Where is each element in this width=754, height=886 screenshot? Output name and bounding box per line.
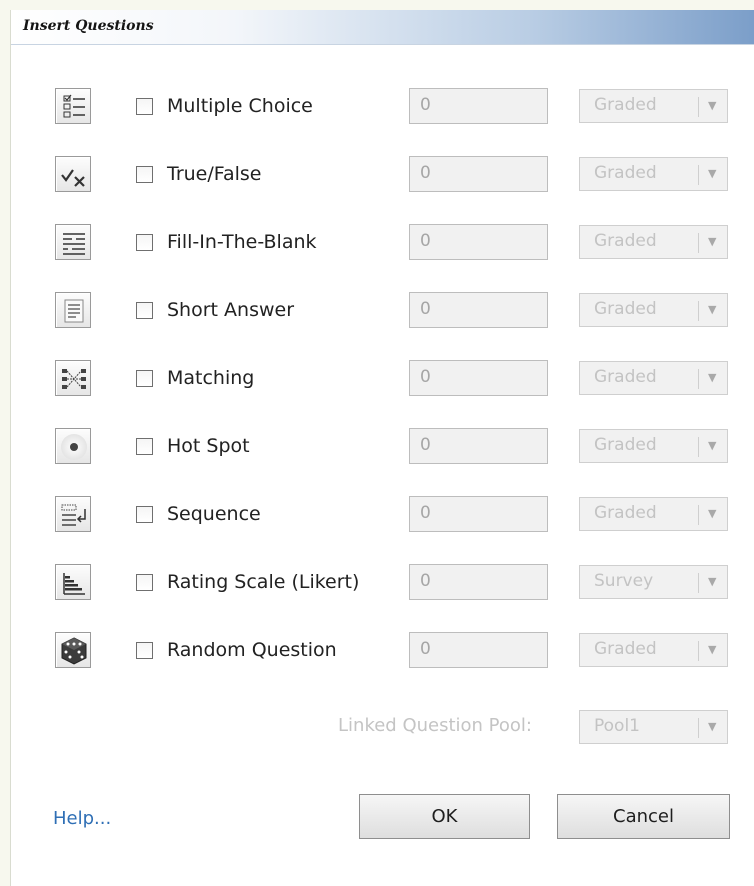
random-question-checkbox[interactable] [136,642,153,659]
select-divider [698,641,699,661]
rating-scale-count-input[interactable]: 0 [409,564,548,600]
fill-in-the-blank-checkbox[interactable] [136,234,153,251]
multiple-choice-icon[interactable] [55,88,91,124]
matching-count-input[interactable]: 0 [409,360,548,396]
select-divider [698,505,699,525]
select-divider [698,718,699,738]
sequence-count-input[interactable]: 0 [409,496,548,532]
sequence-icon[interactable] [55,496,91,532]
hot-spot-checkbox[interactable] [136,438,153,455]
random-question-label: Random Question [167,639,337,661]
select-divider [698,233,699,253]
chevron-down-icon: ▼ [708,439,717,452]
hot-spot-mode-select[interactable]: Graded ▼ [579,429,728,463]
chevron-down-icon: ▼ [708,167,717,180]
fill-in-the-blank-label: Fill-In-The-Blank [167,231,317,253]
true-false-icon[interactable] [55,156,91,192]
select-divider [698,437,699,457]
select-value: Survey [594,571,654,591]
question-row-sequence: Sequence 0 Graded ▼ [11,496,754,540]
select-value: Graded [594,503,657,523]
select-value: Graded [594,231,657,251]
select-value: Graded [594,435,657,455]
select-value: Graded [594,163,657,183]
short-answer-count-input[interactable]: 0 [409,292,548,328]
linked-question-pool-label: Linked Question Pool: [338,715,532,736]
random-question-mode-select[interactable]: Graded ▼ [579,633,728,667]
select-value: Graded [594,95,657,115]
question-row-random-question: Random Question 0 Graded ▼ [11,632,754,676]
fill-in-the-blank-count-input[interactable]: 0 [409,224,548,260]
linked-question-pool-select[interactable]: Pool1 ▼ [579,710,728,744]
true-false-checkbox[interactable] [136,166,153,183]
matching-mode-select[interactable]: Graded ▼ [579,361,728,395]
chevron-down-icon: ▼ [708,643,717,656]
multiple-choice-mode-select[interactable]: Graded ▼ [579,89,728,123]
question-row-matching: Matching 0 Graded ▼ [11,360,754,404]
hot-spot-label: Hot Spot [167,435,250,457]
rating-scale-label: Rating Scale (Likert) [167,571,360,593]
fill-in-the-blank-icon[interactable] [55,224,91,260]
short-answer-icon[interactable] [55,292,91,328]
title-bar: Insert Questions [11,10,754,45]
sequence-mode-select[interactable]: Graded ▼ [579,497,728,531]
select-value: Graded [594,367,657,387]
question-row-hot-spot: Hot Spot 0 Graded ▼ [11,428,754,472]
question-row-fill-in-the-blank: Fill-In-The-Blank 0 Graded ▼ [11,224,754,268]
select-divider [698,369,699,389]
hot-spot-count-input[interactable]: 0 [409,428,548,464]
chevron-down-icon: ▼ [708,507,717,520]
chevron-down-icon: ▼ [708,303,717,316]
multiple-choice-checkbox[interactable] [136,98,153,115]
select-divider [698,97,699,117]
dialog-title: Insert Questions [23,18,154,34]
hot-spot-icon[interactable] [55,428,91,464]
help-link[interactable]: Help... [53,808,111,829]
select-value: Graded [594,299,657,319]
rating-scale-mode-select[interactable]: Survey ▼ [579,565,728,599]
sequence-label: Sequence [167,503,261,525]
chevron-down-icon: ▼ [708,575,717,588]
matching-label: Matching [167,367,255,389]
random-question-count-input[interactable]: 0 [409,632,548,668]
rating-scale-checkbox[interactable] [136,574,153,591]
short-answer-mode-select[interactable]: Graded ▼ [579,293,728,327]
select-value: Graded [594,639,657,659]
matching-icon[interactable] [55,360,91,396]
ok-button[interactable]: OK [359,794,530,839]
true-false-count-input[interactable]: 0 [409,156,548,192]
question-row-rating-scale: Rating Scale (Likert) 0 Survey ▼ [11,564,754,608]
short-answer-checkbox[interactable] [136,302,153,319]
question-row-multiple-choice: Multiple Choice 0 Graded ▼ [11,88,754,132]
question-row-true-false: True/False 0 Graded ▼ [11,156,754,200]
insert-questions-dialog: Insert Questions Multiple Choice 0 Grade… [10,10,754,886]
multiple-choice-label: Multiple Choice [167,95,313,117]
true-false-mode-select[interactable]: Graded ▼ [579,157,728,191]
true-false-label: True/False [167,163,262,185]
select-divider [698,301,699,321]
chevron-down-icon: ▼ [708,235,717,248]
multiple-choice-count-input[interactable]: 0 [409,88,548,124]
select-value: Pool1 [594,716,640,736]
sequence-checkbox[interactable] [136,506,153,523]
rating-scale-icon[interactable] [55,564,91,600]
fill-in-the-blank-mode-select[interactable]: Graded ▼ [579,225,728,259]
chevron-down-icon: ▼ [708,720,717,733]
random-dice-icon[interactable] [55,632,91,668]
chevron-down-icon: ▼ [708,99,717,112]
matching-checkbox[interactable] [136,370,153,387]
chevron-down-icon: ▼ [708,371,717,384]
cancel-button[interactable]: Cancel [557,794,730,839]
question-row-short-answer: Short Answer 0 Graded ▼ [11,292,754,336]
select-divider [698,573,699,593]
select-divider [698,165,699,185]
short-answer-label: Short Answer [167,299,295,321]
